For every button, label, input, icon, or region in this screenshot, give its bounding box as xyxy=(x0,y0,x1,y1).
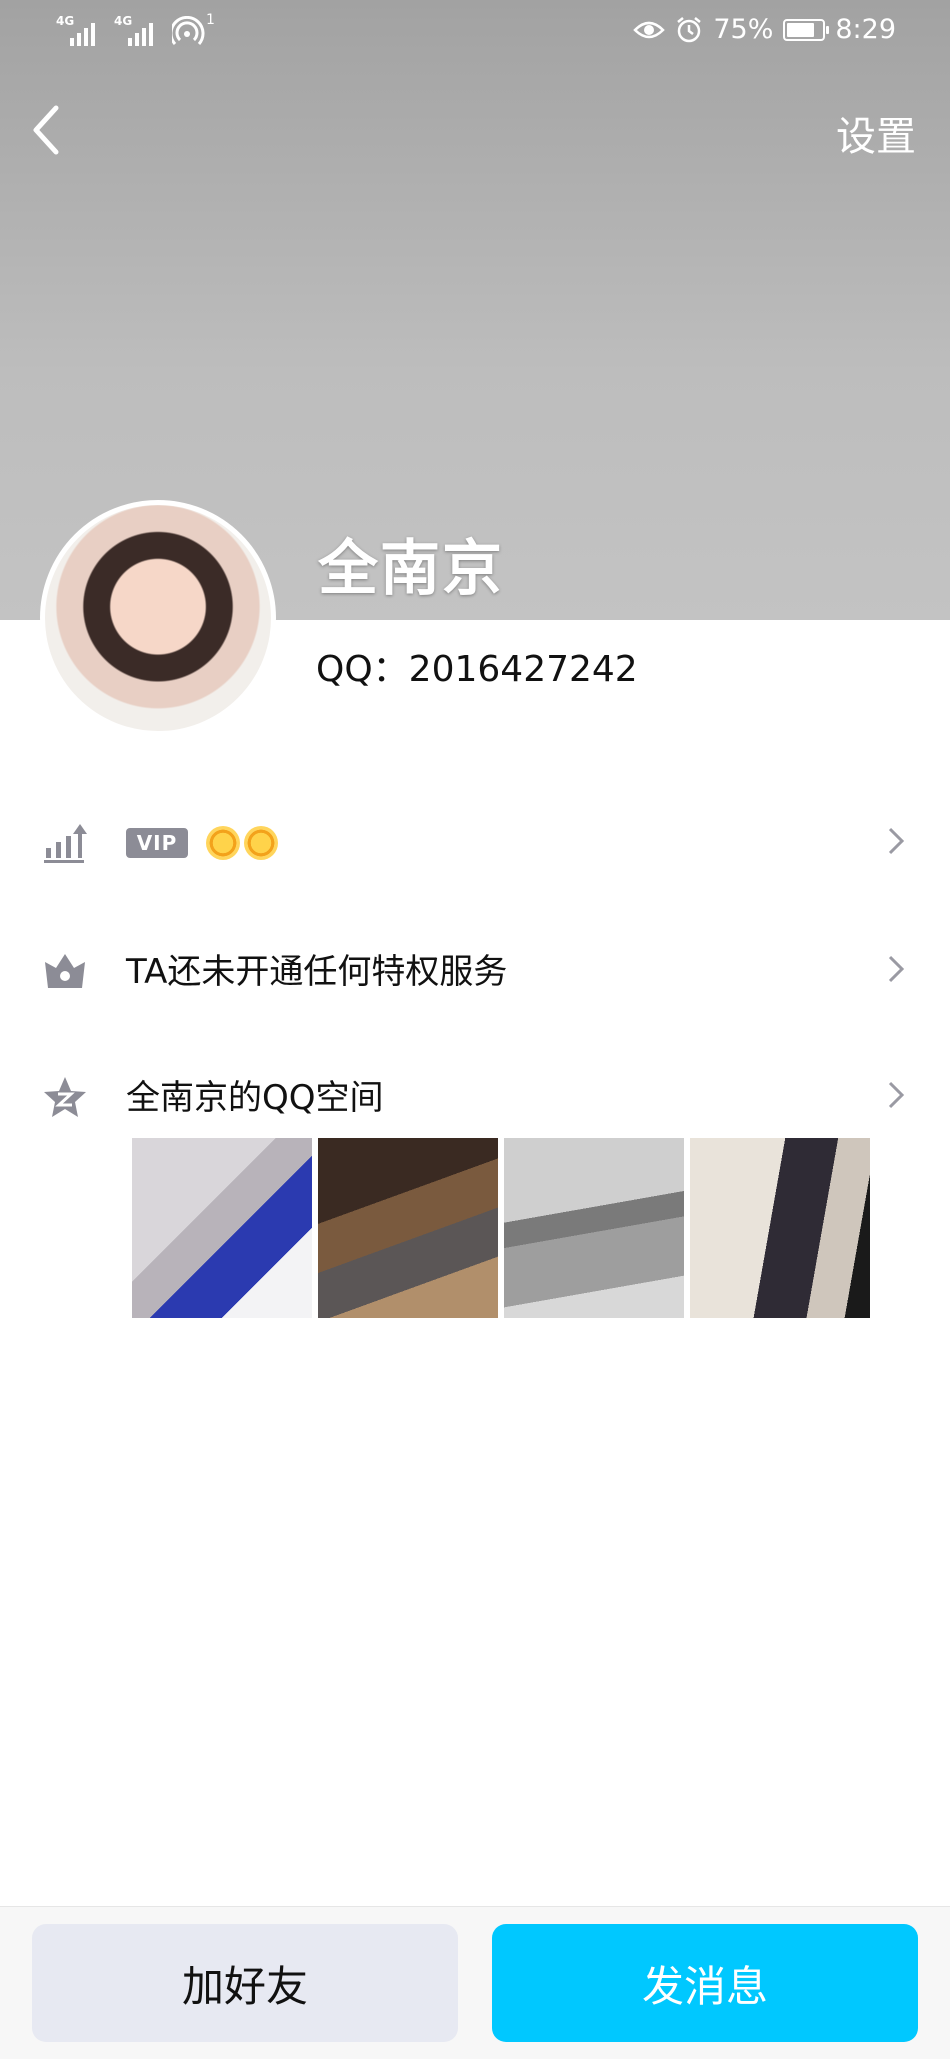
qzone-photo-thumbnail[interactable] xyxy=(318,1138,498,1318)
level-row[interactable]: VIP xyxy=(0,786,950,896)
qzone-photos xyxy=(132,1138,870,1318)
qzone-photo-thumbnail[interactable] xyxy=(690,1138,870,1318)
clock-time: 8:29 xyxy=(835,14,896,45)
chevron-right-icon xyxy=(888,955,905,983)
chevron-right-icon xyxy=(888,827,905,855)
settings-button[interactable]: 设置 xyxy=(836,104,916,162)
bottom-action-bar: 加好友 发消息 xyxy=(0,1906,950,2059)
back-button[interactable] xyxy=(26,100,66,160)
send-message-button[interactable]: 发消息 xyxy=(492,1924,918,2042)
privilege-label: TA还未开通任何特权服务 xyxy=(126,952,508,992)
qzone-label: 全南京的QQ空间 xyxy=(126,1078,384,1118)
privilege-row[interactable]: TA还未开通任何特权服务 xyxy=(0,914,950,1024)
status-bar: 4G 4G 1 75% 8:29 xyxy=(0,0,950,66)
sun-level-icon xyxy=(244,826,278,860)
chevron-right-icon xyxy=(888,1081,905,1109)
qq-number: QQ：2016427242 xyxy=(316,649,638,690)
alarm-icon xyxy=(677,16,702,42)
cellular-signal-icon: 4G xyxy=(56,14,104,50)
sun-level-icon xyxy=(206,826,240,860)
hotspot-icon: 1 xyxy=(169,12,215,50)
qzone-photo-thumbnail[interactable] xyxy=(132,1138,312,1318)
cellular-signal-icon: 4G xyxy=(114,14,162,50)
profile-name: 全南京 xyxy=(318,534,504,604)
battery-icon xyxy=(783,18,830,41)
add-friend-button[interactable]: 加好友 xyxy=(32,1924,458,2042)
crown-icon xyxy=(45,954,85,988)
hotspot-count: 1 xyxy=(206,12,215,28)
qzone-photo-thumbnail[interactable] xyxy=(504,1138,684,1318)
qzone-star-icon xyxy=(44,1077,86,1117)
vip-badge: VIP xyxy=(126,828,188,858)
level-chart-icon xyxy=(44,824,87,863)
chevron-left-icon xyxy=(33,105,59,155)
eye-icon xyxy=(633,21,666,38)
qzone-row[interactable]: 全南京的QQ空间 xyxy=(0,1040,950,1150)
battery-percent: 75% xyxy=(713,14,774,45)
avatar[interactable] xyxy=(40,500,276,736)
